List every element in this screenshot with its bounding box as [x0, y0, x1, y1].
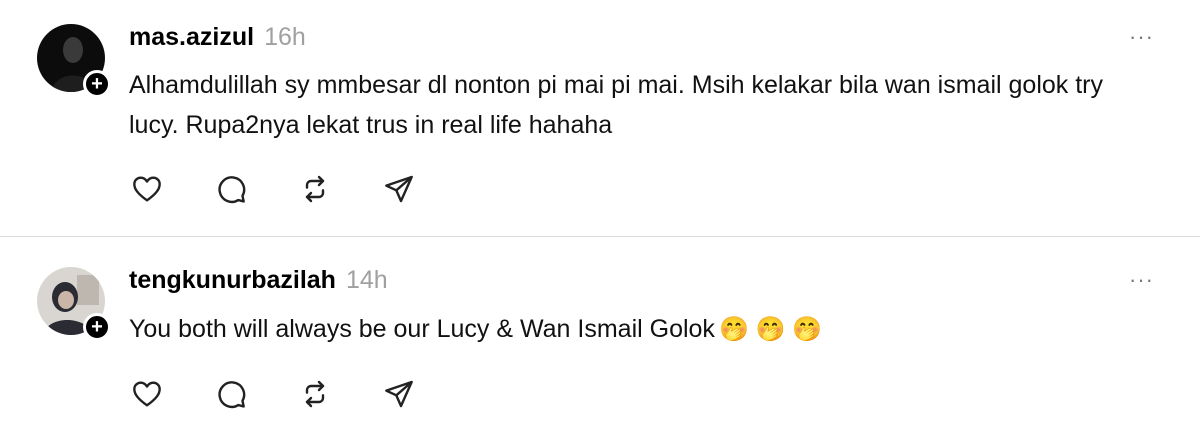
comment-header: tengkunurbazilah 14h: [129, 266, 388, 295]
repost-button[interactable]: [298, 172, 332, 206]
like-button[interactable]: [130, 172, 164, 206]
comment-icon: [218, 176, 246, 204]
emoji: 🤭 🤭 🤭: [718, 316, 822, 343]
share-icon: [385, 380, 413, 408]
reply-button[interactable]: [214, 377, 248, 411]
heart-icon: [133, 381, 161, 407]
action-bar: [130, 172, 466, 206]
repost-icon: [305, 380, 325, 408]
comment-text: Alhamdulillah sy mmbesar dl nonton pi ma…: [129, 65, 1149, 145]
heart-icon: [133, 176, 161, 202]
username[interactable]: tengkunurbazilah: [129, 266, 336, 295]
comment-text: You both will always be our Lucy & Wan I…: [129, 309, 1149, 350]
follow-button[interactable]: +: [83, 70, 111, 98]
like-button[interactable]: [130, 377, 164, 411]
username[interactable]: mas.azizul: [129, 23, 254, 52]
comment-icon: [218, 381, 246, 409]
share-icon: [385, 175, 413, 203]
reply-button[interactable]: [214, 172, 248, 206]
comment-text-content: You both will always be our Lucy & Wan I…: [129, 315, 715, 343]
more-options-icon[interactable]: ···: [1129, 269, 1154, 291]
timestamp[interactable]: 16h: [264, 23, 306, 52]
avatar[interactable]: +: [37, 267, 111, 341]
comment-item: + mas.azizul 16h ··· Alhamdulillah sy mm…: [0, 0, 1200, 237]
comment-text-content: Alhamdulillah sy mmbesar dl nonton pi ma…: [129, 71, 1103, 139]
share-button[interactable]: [382, 172, 416, 206]
comment-header: mas.azizul 16h: [129, 23, 306, 52]
more-options-icon[interactable]: ···: [1129, 26, 1154, 48]
action-bar: [130, 377, 466, 411]
avatar[interactable]: +: [37, 24, 111, 98]
share-button[interactable]: [382, 377, 416, 411]
timestamp[interactable]: 14h: [346, 266, 388, 295]
repost-button[interactable]: [298, 377, 332, 411]
comment-item: + tengkunurbazilah 14h ··· You both will…: [0, 237, 1200, 429]
repost-icon: [305, 175, 325, 203]
follow-button[interactable]: +: [83, 313, 111, 341]
